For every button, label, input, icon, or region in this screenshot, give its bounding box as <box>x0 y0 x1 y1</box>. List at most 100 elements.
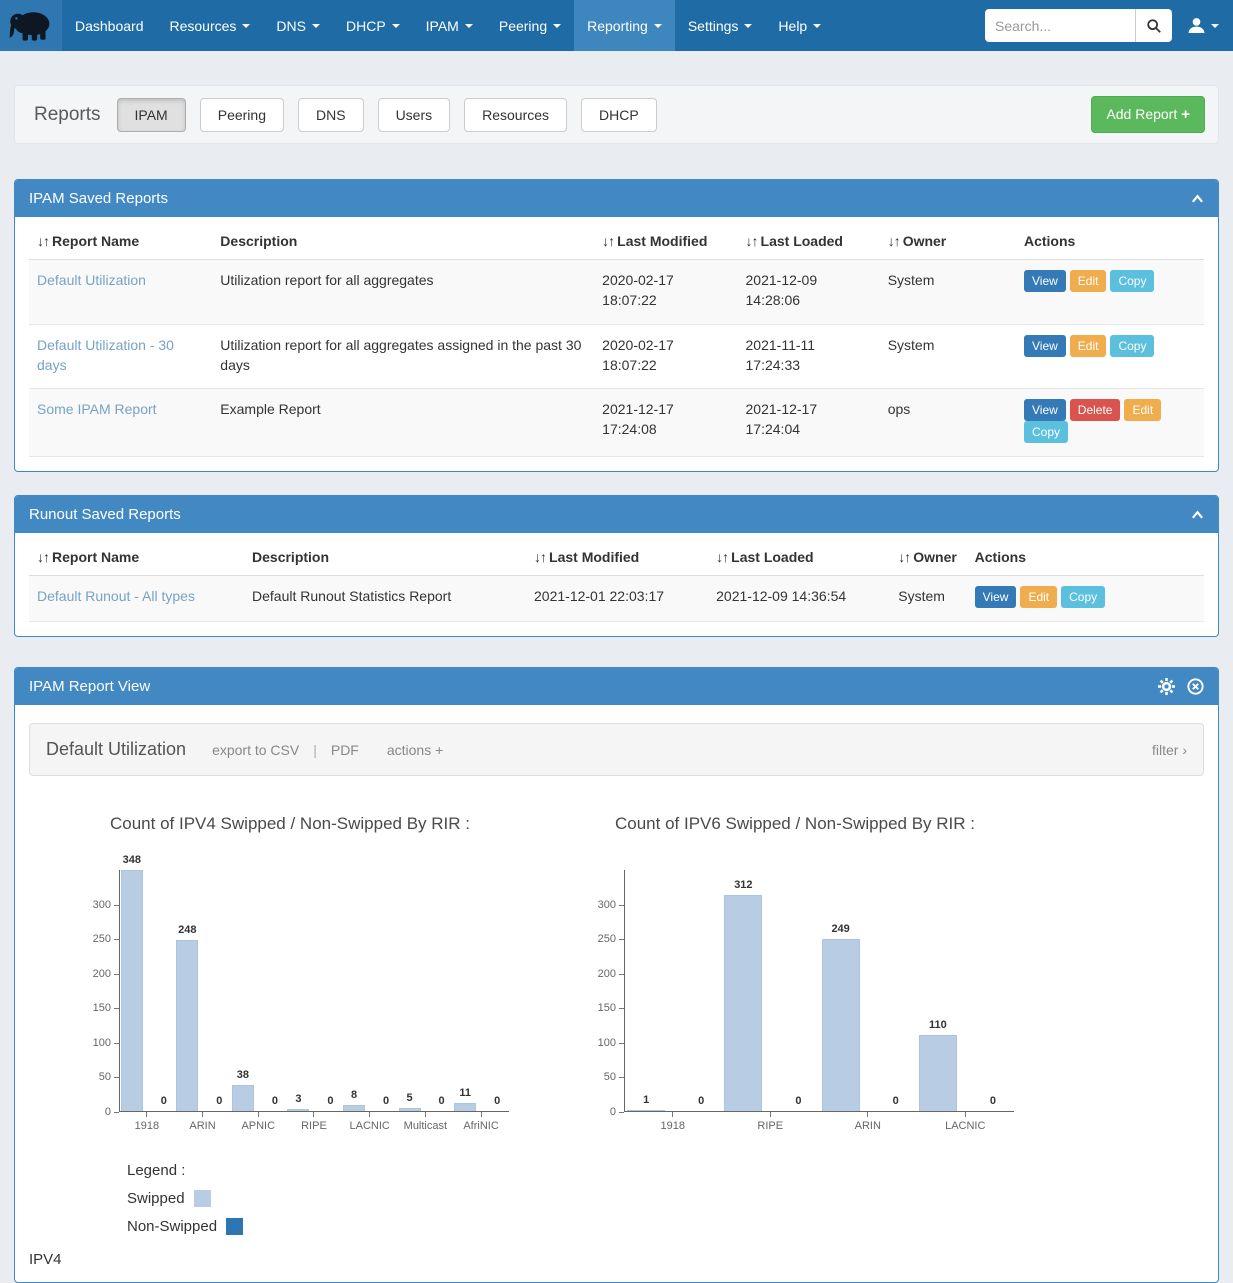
collapse-panel-icon[interactable] <box>1191 510 1204 520</box>
last-modified: 2020-02-17 18:07:22 <box>594 324 737 389</box>
view-button[interactable]: View <box>1024 399 1066 421</box>
edit-button[interactable]: Edit <box>1020 586 1057 608</box>
nav-item-ipam[interactable]: IPAM <box>413 0 486 51</box>
copy-button[interactable]: Copy <box>1061 586 1105 608</box>
sort-icon: ↓↑ <box>888 233 900 249</box>
tab-resources[interactable]: Resources <box>464 98 567 132</box>
search-input[interactable] <box>985 9 1135 42</box>
copy-button[interactable]: Copy <box>1024 421 1068 443</box>
collapse-panel-icon[interactable] <box>1191 194 1204 204</box>
bar-swipped-afrinic <box>454 1103 476 1111</box>
column-label: Last Loaded <box>731 549 813 565</box>
edit-button[interactable]: Edit <box>1070 270 1107 292</box>
nav-item-resources[interactable]: Resources <box>157 0 264 51</box>
column-label: Owner <box>903 233 947 249</box>
actions-cell: ViewEditCopy <box>1016 324 1204 389</box>
column-header-last-loaded[interactable]: ↓↑Last Loaded <box>708 537 890 576</box>
tab-users[interactable]: Users <box>378 98 451 132</box>
column-header-report-name[interactable]: ↓↑Report Name <box>29 537 244 576</box>
bar-group-multicast: 50 <box>399 1092 453 1111</box>
nav-item-label: Resources <box>170 18 237 34</box>
bar-value-label: 249 <box>831 923 849 937</box>
ipam-saved-reports-table: ↓↑Report NameDescription↓↑Last Modified↓… <box>29 221 1204 457</box>
last-loaded: 2021-12-09 14:28:06 <box>738 260 880 325</box>
nav-item-help[interactable]: Help <box>765 0 834 51</box>
column-label: Actions <box>975 549 1026 565</box>
bar-group-afrinic: 110 <box>454 1087 508 1111</box>
owner: System <box>880 324 1016 389</box>
edit-button[interactable]: Edit <box>1124 399 1161 421</box>
top-navbar: Dashboard Resources DNSDHCP IPAM PeeringRepo… <box>0 0 1233 51</box>
app-logo[interactable] <box>0 0 62 51</box>
report-name-link[interactable]: Default Utilization - 30 days <box>37 337 174 373</box>
close-panel-icon[interactable] <box>1187 678 1204 695</box>
bar-value-label: 0 <box>272 1095 278 1109</box>
bar-group-apnic: 380 <box>232 1069 286 1111</box>
bar-value-label: 0 <box>439 1095 445 1109</box>
bar-group-lacnic: 1100 <box>919 1019 1012 1111</box>
report-name-link[interactable]: Default Runout - All types <box>37 588 195 604</box>
runout-saved-reports-header: Runout Saved Reports <box>15 496 1218 533</box>
column-header-report-name[interactable]: ↓↑Report Name <box>29 221 212 260</box>
y-tick-label: 150 <box>598 1002 616 1014</box>
column-label: Report Name <box>52 233 139 249</box>
user-menu[interactable] <box>1188 17 1219 34</box>
column-header-last-modified[interactable]: ↓↑Last Modified <box>594 221 737 260</box>
filter-toggle[interactable]: filter › <box>1152 742 1187 758</box>
x-axis-label: RIPE <box>287 1120 341 1132</box>
y-tick-label: 250 <box>93 933 111 945</box>
view-button[interactable]: View <box>1024 270 1066 292</box>
panel-title: IPAM Report View <box>29 678 150 695</box>
view-button[interactable]: View <box>975 586 1017 608</box>
report-title: Default Utilization <box>46 739 186 760</box>
bar-group-arin: 2490 <box>822 923 915 1111</box>
bar-value-label: 0 <box>327 1095 333 1109</box>
edit-button[interactable]: Edit <box>1070 335 1107 357</box>
export-pdf-link[interactable]: PDF <box>331 742 359 758</box>
nav-item-settings[interactable]: Settings <box>675 0 766 51</box>
nav-item-dhcp[interactable]: DHCP <box>333 0 413 51</box>
x-axis-label: ARIN <box>821 1120 914 1132</box>
nav-item-label: IPAM <box>426 18 459 34</box>
export-csv-link[interactable]: export to CSV <box>212 742 299 758</box>
ipam-saved-reports-header: IPAM Saved Reports <box>15 180 1218 217</box>
tab-ipam[interactable]: IPAM <box>117 98 186 132</box>
nav-item-dashboard[interactable]: Dashboard <box>62 0 157 51</box>
last-loaded: 2021-12-17 17:24:04 <box>738 389 880 457</box>
y-tick-label: 100 <box>598 1037 616 1049</box>
column-header-last-loaded[interactable]: ↓↑Last Loaded <box>738 221 880 260</box>
copy-button[interactable]: Copy <box>1110 270 1154 292</box>
nav-item-dns[interactable]: DNS <box>263 0 333 51</box>
search-button[interactable] <box>1135 9 1172 42</box>
last-modified: 2021-12-17 17:24:08 <box>594 389 737 457</box>
column-header-last-modified[interactable]: ↓↑Last Modified <box>526 537 708 576</box>
view-button[interactable]: View <box>1024 335 1066 357</box>
tab-dhcp[interactable]: DHCP <box>581 98 657 132</box>
tab-dns[interactable]: DNS <box>298 98 364 132</box>
tab-peering[interactable]: Peering <box>200 98 284 132</box>
x-axis-label: 1918 <box>626 1120 719 1132</box>
column-label: Description <box>252 549 329 565</box>
report-name-link[interactable]: Some IPAM Report <box>37 401 157 417</box>
actions-menu-link[interactable]: actions + <box>387 742 443 758</box>
x-axis-label: AfriNIC <box>454 1120 508 1132</box>
bar-swipped-apnic <box>232 1085 254 1111</box>
table-row-default-utilization-30-days: Default Utilization - 30 daysUtilization… <box>29 324 1204 389</box>
mammoth-logo-icon <box>8 8 54 44</box>
sort-icon: ↓↑ <box>746 233 758 249</box>
add-report-button[interactable]: Add Report+ <box>1091 96 1205 133</box>
delete-button[interactable]: Delete <box>1070 399 1121 421</box>
column-label: Actions <box>1024 233 1075 249</box>
bar-swipped-multicast <box>399 1108 421 1111</box>
column-header-owner[interactable]: ↓↑Owner <box>890 537 966 576</box>
last-modified: 2021-12-01 22:03:17 <box>526 576 708 622</box>
copy-button[interactable]: Copy <box>1110 335 1154 357</box>
nav-item-peering[interactable]: Peering <box>486 0 574 51</box>
nav-item-reporting[interactable]: Reporting <box>574 0 675 51</box>
gear-icon[interactable] <box>1158 678 1175 695</box>
column-label: Report Name <box>52 549 139 565</box>
chevron-down-icon <box>465 24 473 28</box>
ipam-report-view-header: IPAM Report View <box>15 668 1218 705</box>
report-name-link[interactable]: Default Utilization <box>37 272 146 288</box>
column-header-owner[interactable]: ↓↑Owner <box>880 221 1016 260</box>
